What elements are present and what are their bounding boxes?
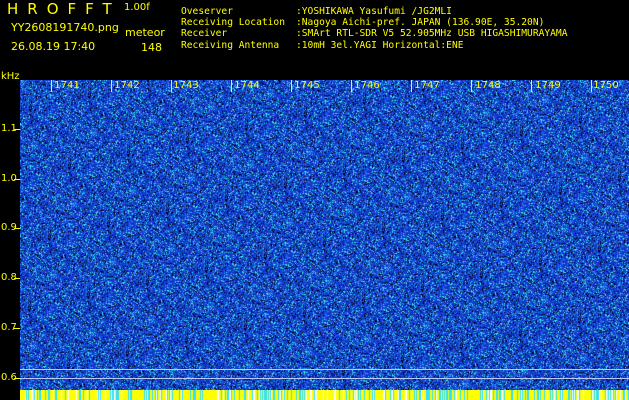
x-tick-mark (111, 80, 112, 92)
datetime-label: 26.08.19 17:40 (11, 40, 96, 53)
info-label: Oveserver (181, 6, 233, 17)
reference-line (20, 369, 629, 370)
x-tick-label: 1742 (114, 80, 140, 91)
x-tick-mark (591, 80, 592, 92)
x-tick-label: 1748 (475, 80, 501, 91)
y-tick-mark (14, 278, 20, 279)
x-tick-mark (531, 80, 532, 92)
x-tick-mark (171, 80, 172, 92)
x-tick-label: 1746 (354, 80, 380, 91)
info-label: Receiving Location (181, 17, 285, 29)
info-row-observer: Oveserver :YOSHIKAWA Yasufumi /JG2MLI (181, 6, 567, 17)
meteor-label: meteor (125, 26, 165, 39)
x-tick-label: 1741 (54, 80, 80, 91)
x-tick-label: 1747 (414, 80, 440, 91)
version-label: 1.00f (124, 2, 150, 13)
y-axis-unit: kHz (1, 71, 20, 82)
reference-line (20, 378, 629, 379)
station-info: Oveserver :YOSHIKAWA Yasufumi /JG2MLI Re… (181, 6, 567, 51)
x-tick-label: 1749 (535, 80, 561, 91)
x-tick-mark (411, 80, 412, 92)
info-row-location: Receiving Location :Nagoya Aichi-pref. J… (181, 17, 567, 28)
y-tick-mark (14, 378, 20, 379)
x-tick-mark (471, 80, 472, 92)
x-tick-mark (291, 80, 292, 92)
x-tick-label: 1745 (294, 80, 320, 91)
info-value: :SMArt RTL-SDR V5 52.905MHz USB HIGASHIM… (296, 28, 568, 40)
info-label: Receiving Antenna (181, 39, 280, 51)
info-row-receiver: Receiver :SMArt RTL-SDR V5 52.905MHz USB… (181, 28, 567, 39)
y-tick-mark (14, 328, 20, 329)
filename-label: YY2608191740.png (11, 21, 119, 34)
x-tick-label: 1744 (234, 80, 260, 91)
app-title: HROFFT (7, 0, 121, 18)
info-value: :10mH 3el.YAGI Horizontal:ENE (296, 39, 464, 51)
x-tick-mark (231, 80, 232, 92)
x-tick-mark (351, 80, 352, 92)
info-label: Receiver (181, 28, 228, 40)
y-tick-mark (14, 228, 20, 229)
x-tick-label: 1743 (173, 80, 199, 91)
x-tick-label: 1750 (593, 80, 619, 91)
info-row-antenna: Receiving Antenna :10mH 3el.YAGI Horizon… (181, 40, 567, 51)
info-value: :Nagoya Aichi-pref. JAPAN (136.90E, 35.2… (296, 17, 545, 29)
y-tick-mark (14, 129, 20, 130)
info-value: :YOSHIKAWA Yasufumi /JG2MLI (296, 6, 452, 17)
spectrogram-plot (20, 80, 629, 390)
signal-strip (20, 390, 629, 400)
y-tick-mark (14, 179, 20, 180)
spectrogram-canvas (20, 80, 629, 390)
meteor-count: 148 (141, 41, 162, 54)
x-tick-mark (51, 80, 52, 92)
